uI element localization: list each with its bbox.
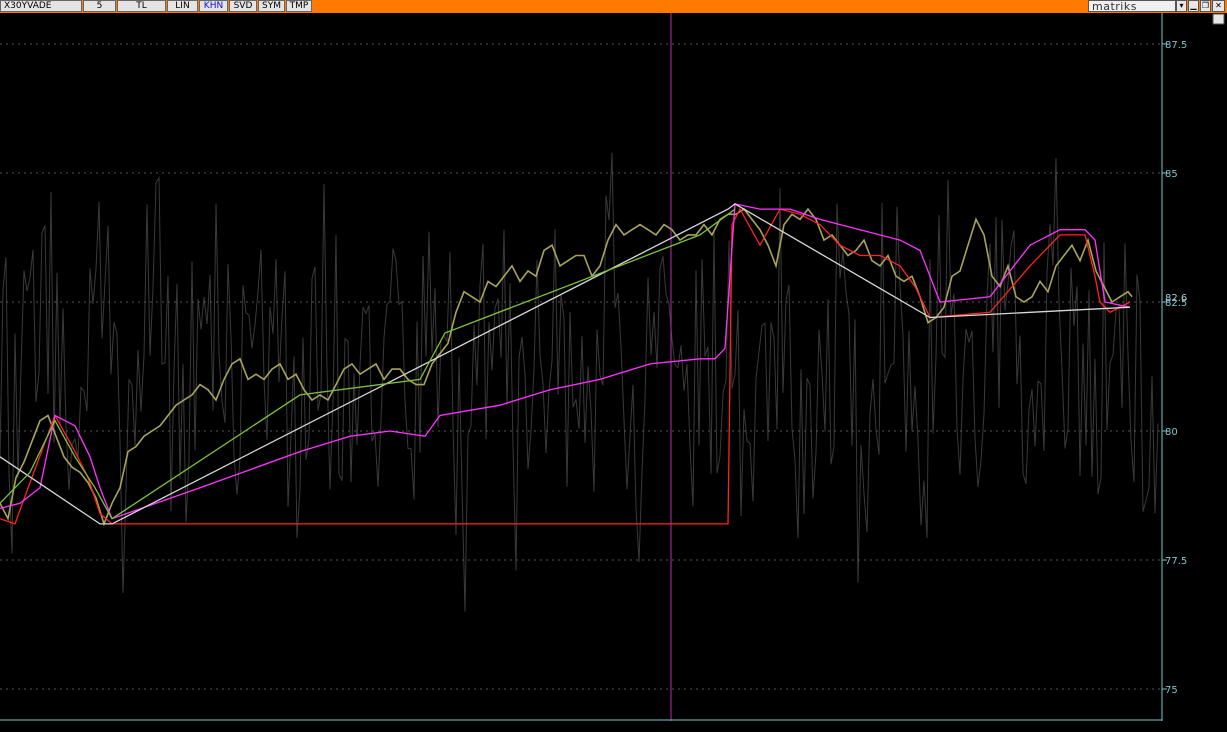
- matriks-logo: matriks: [1088, 0, 1176, 12]
- minimize-icon[interactable]: ▁: [1188, 0, 1199, 12]
- menu-dropdown-icon[interactable]: ▾: [1176, 0, 1187, 12]
- chart-corner-button[interactable]: [1212, 13, 1225, 25]
- lin-button[interactable]: LIN: [167, 0, 198, 12]
- tl-button[interactable]: TL: [117, 0, 166, 12]
- symbol-field[interactable]: X30YVADE: [0, 0, 82, 12]
- khn-button[interactable]: KHN: [199, 0, 228, 12]
- chart-background: [0, 13, 1227, 732]
- close-icon[interactable]: ✕: [1212, 0, 1225, 12]
- y-tick-label: 85: [1165, 169, 1178, 180]
- sym-button[interactable]: SYM: [258, 0, 285, 12]
- svd-button[interactable]: SVD: [229, 0, 257, 12]
- price-chart[interactable]: 7577.58082.58587.5 82.6: [0, 13, 1227, 732]
- y-tick-label: 80: [1165, 427, 1178, 438]
- period-button[interactable]: 5: [83, 0, 116, 12]
- toolbar: X30YVADE 5 TL LIN KHN SVD SYM TMP matrik…: [0, 0, 1227, 13]
- y-tick-label: 75: [1165, 685, 1178, 696]
- y-tick-label: 87.5: [1165, 40, 1187, 51]
- tmp-button[interactable]: TMP: [286, 0, 312, 12]
- last-price-label: 82.6: [1165, 293, 1187, 304]
- y-tick-label: 77.5: [1165, 556, 1187, 567]
- restore-icon[interactable]: ❐: [1200, 0, 1211, 12]
